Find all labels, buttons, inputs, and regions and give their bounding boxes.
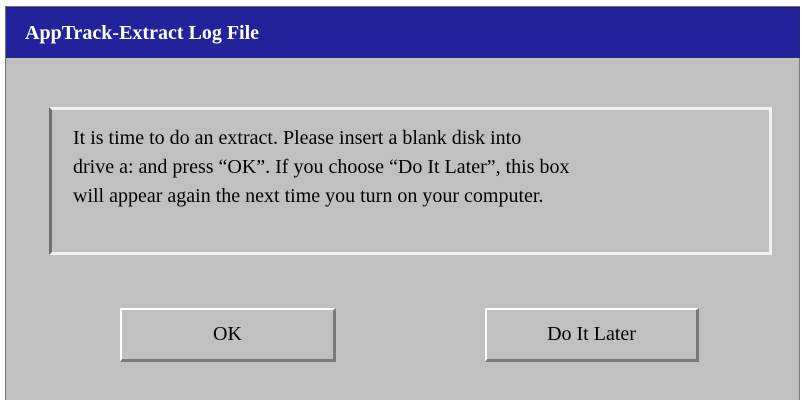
title-bar[interactable]: AppTrack-Extract Log File bbox=[6, 7, 800, 58]
message-line: It is time to do an extract. Please inse… bbox=[73, 127, 522, 149]
do-it-later-button[interactable]: Do It Later bbox=[485, 308, 699, 362]
message-line: will appear again the next time you turn… bbox=[73, 185, 544, 207]
ok-button[interactable]: OK bbox=[120, 308, 336, 362]
message-line: drive a: and press “OK”. If you choose “… bbox=[73, 156, 570, 178]
window-title: AppTrack-Extract Log File bbox=[25, 22, 260, 44]
message-text: It is time to do an extract. Please inse… bbox=[73, 124, 763, 211]
dialog-window: AppTrack-Extract Log File It is time to … bbox=[5, 6, 800, 400]
message-panel: It is time to do an extract. Please inse… bbox=[49, 107, 772, 255]
